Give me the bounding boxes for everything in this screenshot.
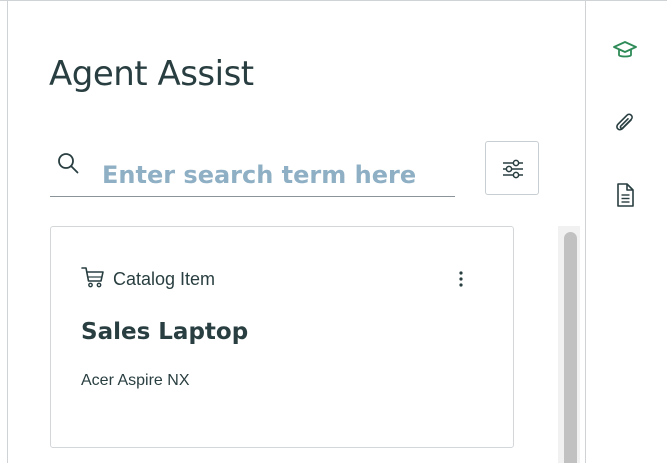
left-border	[7, 0, 8, 463]
search-input[interactable]	[102, 158, 452, 192]
result-card[interactable]: Catalog Item Sales Laptop Acer Aspire NX	[50, 226, 514, 448]
sliders-icon	[503, 159, 523, 179]
panel-divider	[585, 0, 586, 463]
graduation-cap-icon[interactable]	[612, 38, 638, 64]
top-border	[0, 0, 667, 1]
scrollbar-thumb[interactable]	[564, 232, 577, 463]
card-type-row: Catalog Item	[81, 265, 215, 293]
search-field	[50, 150, 455, 197]
kebab-menu-icon[interactable]	[455, 269, 467, 291]
agent-assist-window: Agent Assist Enter search term here Cata…	[0, 0, 667, 463]
paperclip-icon[interactable]	[612, 111, 638, 137]
card-description: Acer Aspire NX	[81, 372, 190, 389]
document-icon[interactable]	[612, 182, 638, 208]
card-title[interactable]: Sales Laptop	[81, 319, 248, 345]
panel-title: Agent Assist	[49, 54, 254, 94]
filter-button[interactable]	[485, 141, 539, 195]
cart-icon	[81, 265, 105, 293]
search-icon	[57, 152, 79, 174]
card-type-label: Catalog Item	[113, 268, 216, 289]
